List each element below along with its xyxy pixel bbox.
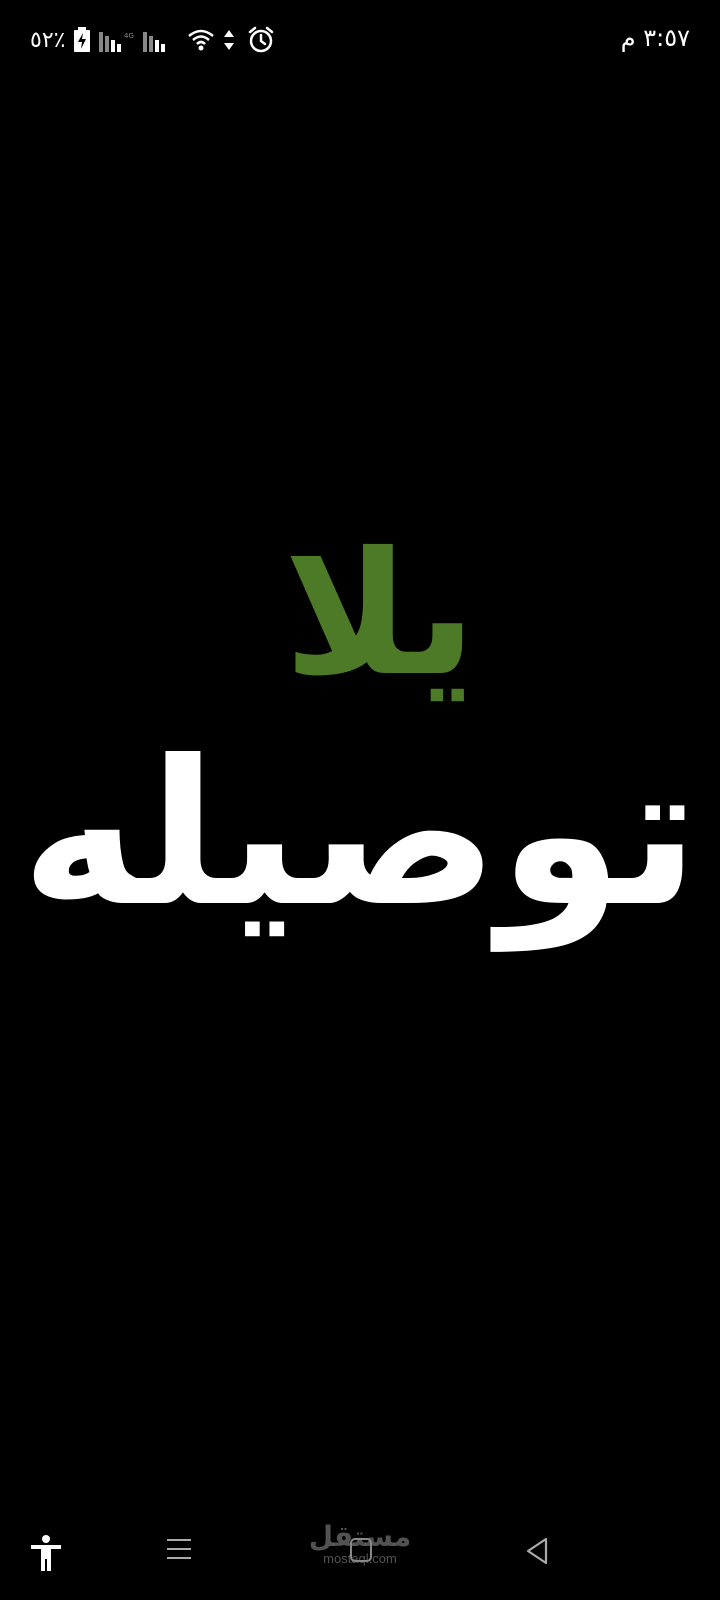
accessibility-icon bbox=[29, 1535, 63, 1577]
signal-bars-4g-icon bbox=[143, 28, 179, 52]
status-bar: ٥٢٪ 4G ٣:٥٧ م bbox=[0, 0, 720, 80]
battery-percentage: ٥٢٪ bbox=[30, 27, 66, 53]
status-time: ٣:٥٧ م bbox=[620, 24, 690, 52]
svg-text:4G: 4G bbox=[124, 32, 134, 40]
alarm-icon bbox=[247, 26, 275, 54]
logo-line1: يلا bbox=[283, 516, 477, 714]
signal-bars-icon: 4G bbox=[99, 28, 135, 52]
status-icons: ٥٢٪ 4G bbox=[30, 26, 275, 54]
home-button[interactable] bbox=[348, 1536, 374, 1566]
back-button[interactable] bbox=[522, 1536, 552, 1570]
home-icon bbox=[349, 1535, 373, 1567]
logo-line2: توصيله bbox=[20, 718, 700, 951]
recents-button[interactable] bbox=[164, 1536, 194, 1566]
recents-icon bbox=[166, 1537, 192, 1565]
battery-charging-icon bbox=[73, 27, 91, 53]
accessibility-button[interactable] bbox=[26, 1535, 66, 1577]
wifi-icon bbox=[187, 28, 215, 52]
splash-screen: ٥٢٪ 4G ٣:٥٧ م يلا توصيله مستقل mostaql.c… bbox=[0, 0, 720, 1600]
back-icon bbox=[524, 1536, 550, 1570]
data-arrows-icon bbox=[223, 28, 235, 52]
navigation-bar bbox=[0, 1500, 720, 1600]
